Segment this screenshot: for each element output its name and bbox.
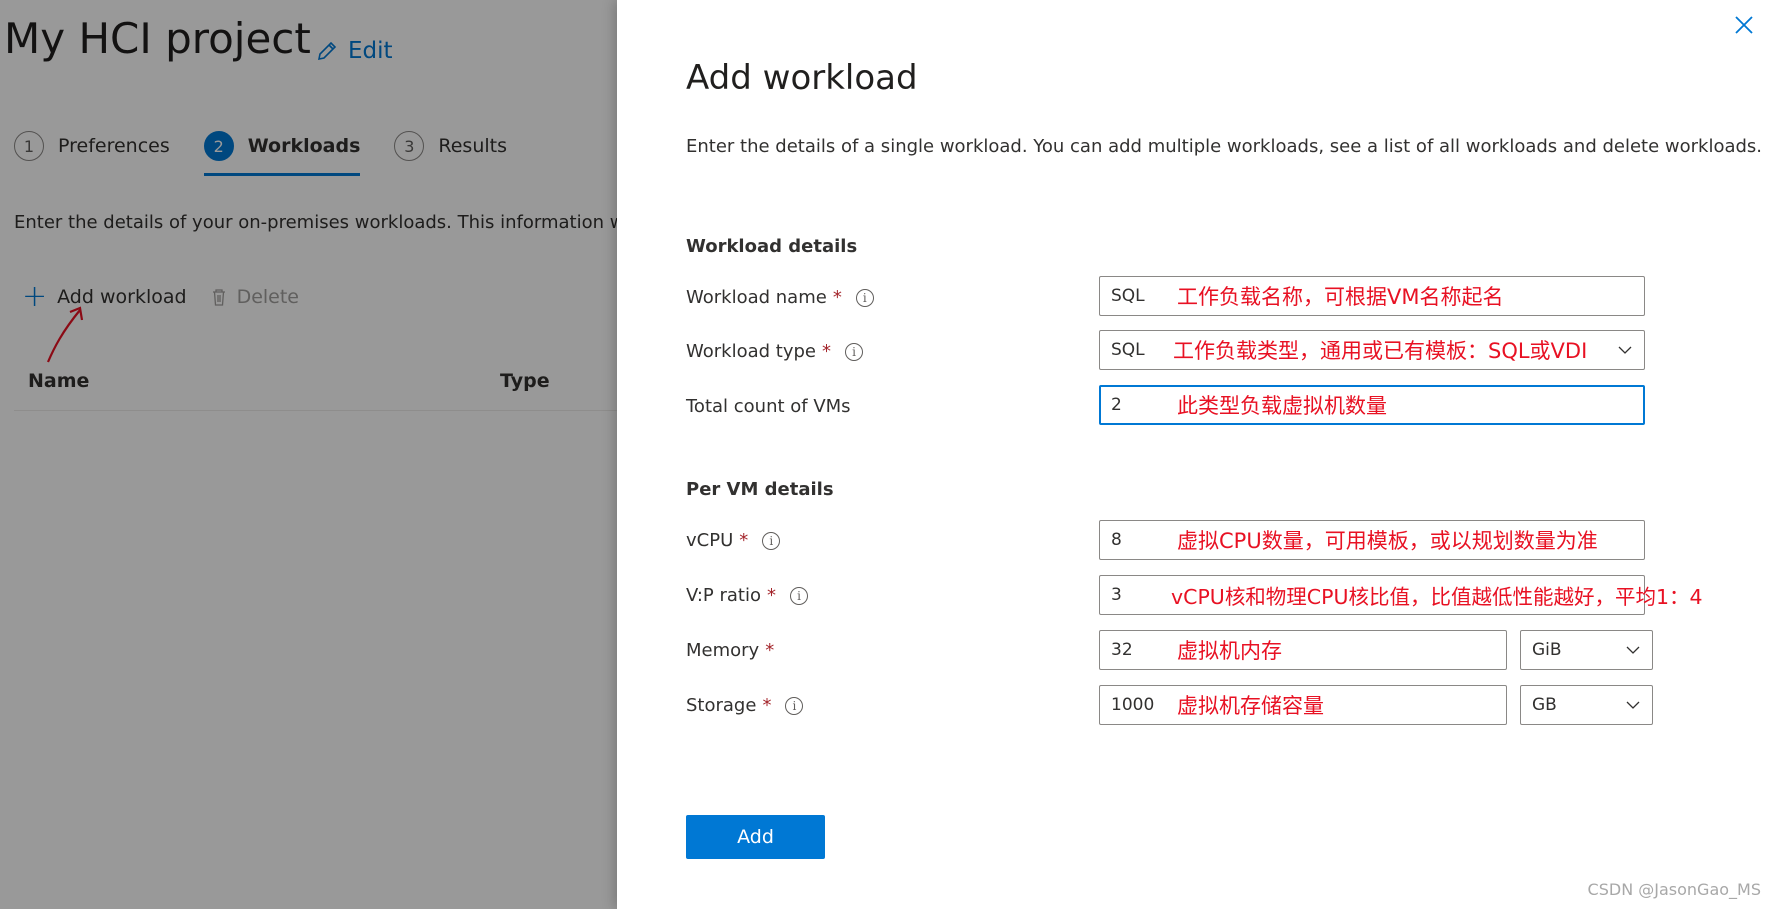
info-icon[interactable]: i bbox=[785, 696, 804, 715]
required-marker: * bbox=[832, 287, 842, 308]
watermark: CSDN @JasonGao_MS bbox=[1587, 880, 1761, 899]
chevron-down-icon bbox=[1626, 701, 1640, 709]
workload-name-label: Workload name * i bbox=[686, 287, 874, 308]
label-text: Workload type bbox=[686, 341, 816, 362]
required-marker: * bbox=[765, 640, 775, 661]
panel-description: Enter the details of a single workload. … bbox=[686, 136, 1763, 157]
info-icon[interactable]: i bbox=[790, 586, 808, 605]
memory-unit-select[interactable]: GiB bbox=[1520, 630, 1653, 670]
annotation-text: 工作负载类型，通用或已有模板：SQL或VDI bbox=[1173, 339, 1588, 363]
required-marker: * bbox=[739, 530, 749, 551]
workload-name-input[interactable]: SQL 工作负载名称，可根据VM名称起名 bbox=[1099, 276, 1645, 316]
info-icon[interactable]: i bbox=[762, 531, 781, 550]
label-text: Storage bbox=[686, 695, 757, 716]
storage-unit-select[interactable]: GB bbox=[1520, 685, 1653, 725]
modal-overlay[interactable] bbox=[0, 0, 617, 909]
memory-value: 32 bbox=[1111, 640, 1133, 660]
label-text: V:P ratio bbox=[686, 585, 761, 606]
label-text: vCPU bbox=[686, 530, 734, 551]
info-icon[interactable]: i bbox=[844, 342, 863, 361]
label-text: Memory bbox=[686, 640, 760, 661]
vcpu-input[interactable]: 8 虚拟CPU数量，可用模板，或以规划数量为准 bbox=[1099, 520, 1645, 560]
storage-label: Storage * i bbox=[686, 695, 804, 716]
chevron-down-icon bbox=[1618, 346, 1632, 354]
workload-type-value: SQL bbox=[1111, 340, 1145, 360]
chevron-down-icon bbox=[1626, 646, 1640, 654]
annotation-text: 虚拟机内存 bbox=[1177, 639, 1282, 663]
storage-input[interactable]: 1000 虚拟机存储容量 bbox=[1099, 685, 1507, 725]
storage-unit-value: GB bbox=[1532, 695, 1557, 715]
total-vms-value: 2 bbox=[1111, 395, 1122, 415]
workload-name-value: SQL bbox=[1111, 286, 1145, 306]
storage-value: 1000 bbox=[1111, 695, 1155, 715]
panel-title: Add workload bbox=[686, 58, 918, 98]
memory-label: Memory * bbox=[686, 640, 774, 661]
annotation-text: 工作负载名称，可根据VM名称起名 bbox=[1177, 285, 1504, 309]
label-text: Workload name bbox=[686, 287, 827, 308]
vp-ratio-label: V:P ratio * i bbox=[686, 585, 808, 606]
vp-ratio-value: 3 bbox=[1111, 585, 1122, 605]
annotation-text: 此类型负载虚拟机数量 bbox=[1177, 394, 1387, 418]
required-marker: * bbox=[762, 695, 772, 716]
workload-details-heading: Workload details bbox=[686, 236, 858, 257]
vcpu-value: 8 bbox=[1111, 530, 1122, 550]
vcpu-label: vCPU * i bbox=[686, 530, 781, 551]
workload-type-select[interactable]: SQL 工作负载类型，通用或已有模板：SQL或VDI bbox=[1099, 330, 1645, 370]
memory-unit-value: GiB bbox=[1532, 640, 1562, 660]
add-workload-panel: Add workload Enter the details of a sing… bbox=[617, 0, 1777, 909]
info-icon[interactable]: i bbox=[855, 288, 874, 307]
label-text: Total count of VMs bbox=[686, 396, 851, 417]
required-marker: * bbox=[821, 341, 831, 362]
per-vm-details-heading: Per VM details bbox=[686, 479, 834, 500]
required-marker: * bbox=[767, 585, 776, 606]
total-vms-input[interactable]: 2 此类型负载虚拟机数量 bbox=[1099, 385, 1645, 425]
vp-ratio-input[interactable]: 3 vCPU核和物理CPU核比值，比值越低性能越好，平均1：4 bbox=[1099, 575, 1703, 615]
annotation-text: vCPU核和物理CPU核比值，比值越低性能越好，平均1：4 bbox=[1171, 585, 1703, 609]
close-button[interactable] bbox=[1731, 12, 1757, 38]
close-icon bbox=[1735, 16, 1753, 34]
workload-type-label: Workload type * i bbox=[686, 341, 863, 362]
memory-input[interactable]: 32 虚拟机内存 bbox=[1099, 630, 1507, 670]
total-vms-label: Total count of VMs bbox=[686, 396, 851, 417]
annotation-text: 虚拟机存储容量 bbox=[1177, 694, 1324, 718]
add-button[interactable]: Add bbox=[686, 815, 825, 859]
annotation-text: 虚拟CPU数量，可用模板，或以规划数量为准 bbox=[1177, 529, 1598, 553]
